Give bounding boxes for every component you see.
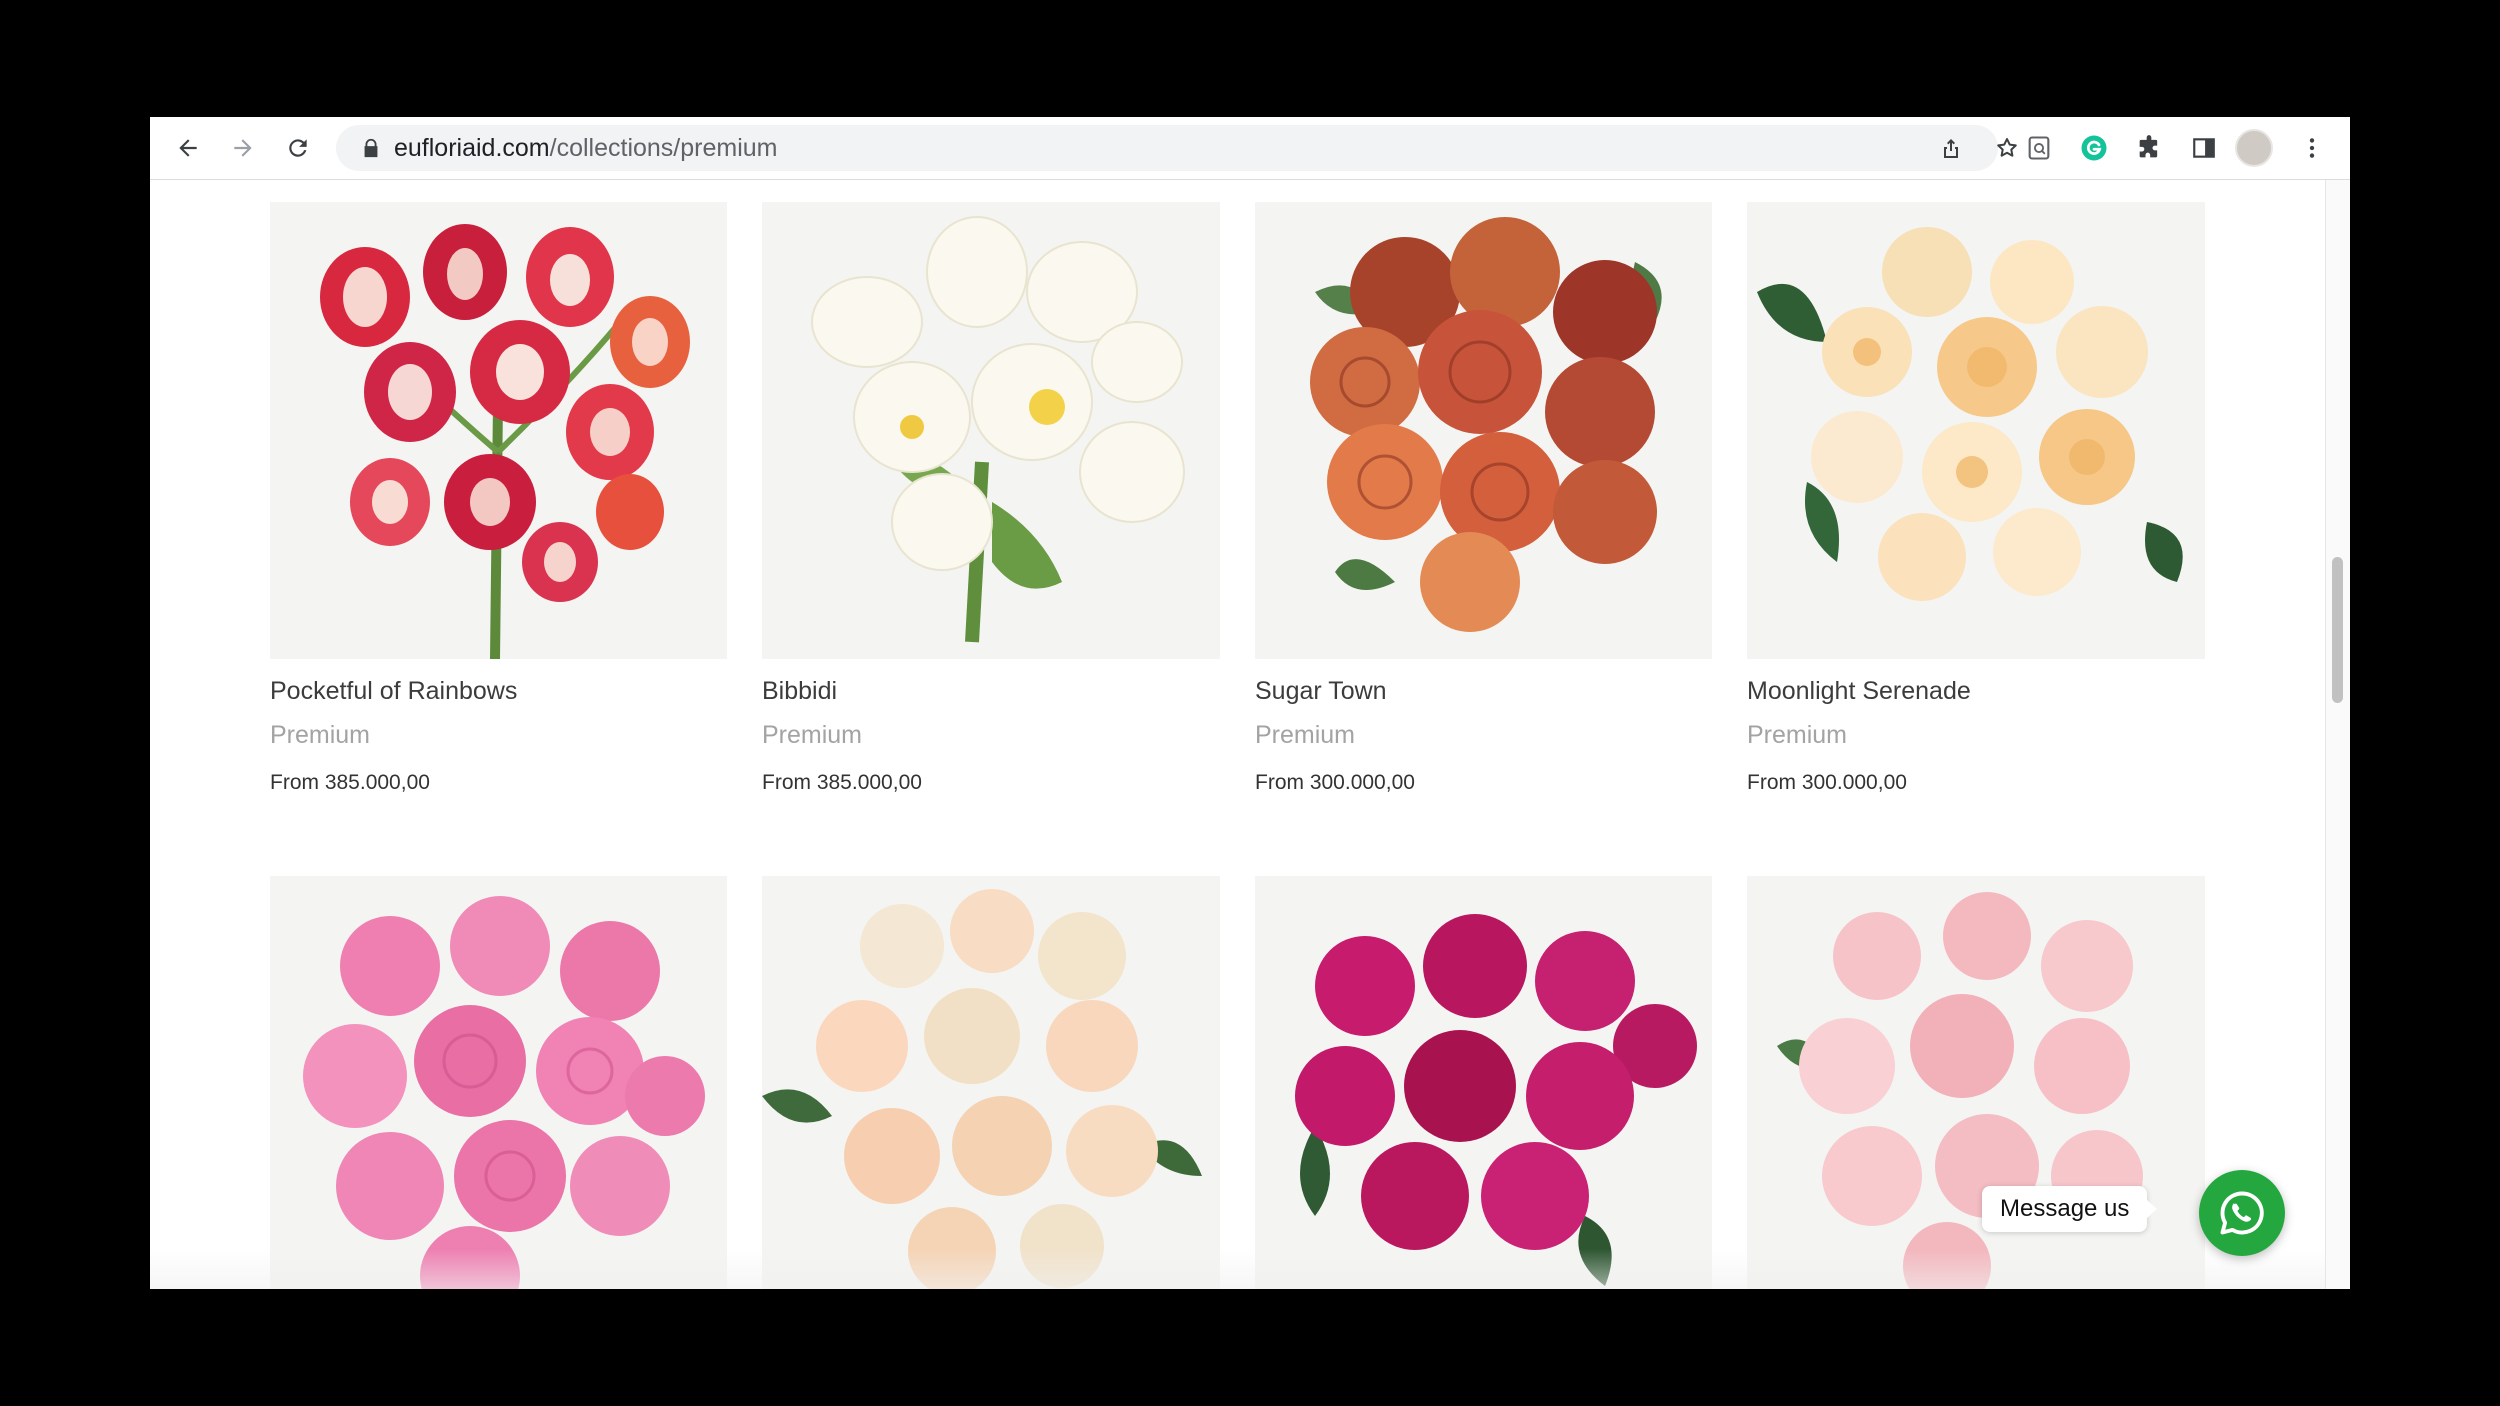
product-category: Premium (270, 721, 371, 749)
product-title[interactable]: Pocketful of Rainbows (270, 677, 517, 706)
back-arrow-icon (179, 139, 197, 157)
product-title[interactable]: Moonlight Serenade (1747, 677, 1971, 706)
rose-bouquet-image (1295, 914, 1697, 1286)
bookmark-star-icon (1997, 138, 2017, 157)
tulip-bouquet-image (811, 216, 1185, 643)
back-button[interactable] (168, 128, 208, 168)
product-category: Premium (1747, 721, 1848, 749)
product-category: Premium (762, 721, 863, 749)
share-button[interactable] (1936, 133, 1966, 163)
rose-bouquet-image (1757, 227, 2183, 601)
extension-icon (2028, 136, 2050, 160)
scrollbar-thumb[interactable] (2332, 557, 2343, 703)
whatsapp-chat-button[interactable] (2199, 1170, 2285, 1256)
browser-window: eufloriaid.com/collections/premium Pocke… (150, 117, 2350, 1289)
product-image[interactable] (270, 876, 727, 1289)
forward-button[interactable] (223, 128, 263, 168)
profile-button[interactable] (2234, 128, 2274, 168)
url-path: /collections/premium (549, 134, 778, 162)
product-card[interactable] (762, 876, 1220, 1289)
browser-toolbar: eufloriaid.com/collections/premium (150, 117, 2350, 180)
rose-bouquet-image (762, 889, 1202, 1289)
share-icon (1944, 139, 1958, 158)
message-us-label[interactable]: Message us (1982, 1186, 2158, 1232)
lock-icon (364, 138, 378, 158)
product-card[interactable] (270, 876, 727, 1289)
more-vert-icon (2309, 138, 2315, 158)
url-text[interactable]: eufloriaid.com/collections/premium (394, 125, 778, 171)
product-image[interactable] (1255, 876, 1712, 1289)
product-card[interactable] (1747, 202, 2205, 659)
rose-bouquet-image (1310, 217, 1662, 632)
page-content: Pocketful of Rainbows Premium From 385.0… (150, 180, 2350, 1289)
product-card[interactable] (270, 202, 727, 659)
url-domain: eufloriaid.com (394, 134, 550, 162)
product-image[interactable] (1747, 202, 2205, 659)
whatsapp-icon (2220, 1191, 2264, 1235)
profile-avatar (2235, 129, 2273, 167)
rose-bouquet-image (303, 896, 705, 1289)
product-price: From 300.000,00 (1747, 771, 1907, 794)
product-image[interactable] (270, 202, 727, 659)
forward-arrow-icon (234, 139, 252, 157)
more-menu-button[interactable] (2292, 128, 2332, 168)
address-bar[interactable]: eufloriaid.com/collections/premium (336, 125, 2017, 171)
product-category: Premium (1255, 721, 1356, 749)
product-card[interactable] (762, 202, 1220, 659)
product-image[interactable] (762, 202, 1220, 659)
product-image[interactable] (1255, 202, 1712, 659)
side-panel-icon (2193, 138, 2215, 158)
product-title[interactable]: Bibbidi (762, 677, 837, 706)
product-title[interactable]: Sugar Town (1255, 677, 1387, 706)
extensions-button[interactable] (2129, 128, 2169, 168)
product-price: From 385.000,00 (762, 771, 922, 794)
side-panel-button[interactable] (2184, 128, 2224, 168)
reload-button[interactable] (278, 128, 318, 168)
scrollbar[interactable] (2325, 180, 2350, 1289)
product-card[interactable] (1255, 876, 1712, 1289)
tulip-bouquet-image (320, 224, 690, 659)
product-card[interactable] (1255, 202, 1712, 659)
extension-button-1[interactable] (2019, 128, 2059, 168)
product-image[interactable] (762, 876, 1220, 1289)
grammarly-icon (2081, 135, 2107, 161)
grammarly-button[interactable] (2074, 128, 2114, 168)
product-price: From 300.000,00 (1255, 771, 1415, 794)
reload-icon (289, 139, 307, 157)
product-price: From 385.000,00 (270, 771, 430, 794)
puzzle-extensions-icon (2139, 135, 2158, 158)
bookmark-button[interactable] (1992, 133, 2022, 163)
